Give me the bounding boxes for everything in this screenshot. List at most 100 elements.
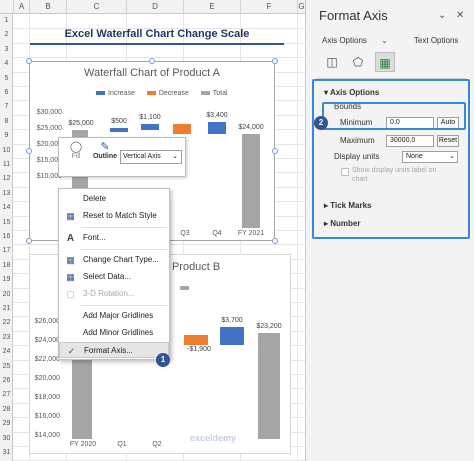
x-tick-label: Q4 <box>212 230 222 237</box>
column-header[interactable]: C <box>66 0 126 14</box>
row-header[interactable]: 10 <box>0 144 13 158</box>
y-tick-label: $24,000 <box>34 337 60 344</box>
format-axis-icon: ✓ <box>67 346 76 356</box>
fill-button[interactable]: ◯ Fill <box>63 140 89 160</box>
y-tick-label: $18,000 <box>34 394 60 401</box>
y-tick-label: $25,000 <box>36 125 62 132</box>
row-header[interactable]: 21 <box>0 302 13 316</box>
y-tick-label: $14,000 <box>34 432 60 439</box>
row-header[interactable]: 20 <box>0 288 13 302</box>
column-header[interactable]: F <box>240 0 297 14</box>
menu-reset-style[interactable]: ▦ Reset to Match Style <box>59 208 169 224</box>
sheet-title: Excel Waterfall Chart Change Scale <box>30 28 284 45</box>
row-header[interactable]: 19 <box>0 273 13 287</box>
tab-axis-options[interactable]: Axis Options ⌄ <box>322 36 400 45</box>
row-header[interactable]: 7 <box>0 100 13 114</box>
bar-increase[interactable] <box>141 124 159 130</box>
menu-delete[interactable]: Delete <box>59 191 169 207</box>
data-label: -$1,900 <box>187 346 211 353</box>
column-header[interactable]: G <box>297 0 305 14</box>
row-header[interactable]: 17 <box>0 244 13 258</box>
menu-add-major-gridlines[interactable]: Add Major Gridlines <box>59 308 169 324</box>
row-header[interactable]: 15 <box>0 216 13 230</box>
column-header[interactable]: A <box>13 0 29 14</box>
x-tick-label: Q3 <box>180 230 190 237</box>
menu-change-chart-type[interactable]: ▦ Change Chart Type... <box>59 252 169 268</box>
menu-format-axis[interactable]: ✓ Format Axis... <box>59 342 169 358</box>
row-header[interactable]: 28 <box>0 403 13 417</box>
highlight-minimum-field <box>322 102 466 130</box>
row-header[interactable]: 9 <box>0 129 13 143</box>
row-header[interactable]: 18 <box>0 259 13 273</box>
row-header[interactable]: 27 <box>0 388 13 402</box>
column-header[interactable]: E <box>183 0 240 14</box>
menu-select-data[interactable]: ▦ Select Data... <box>59 269 169 285</box>
row-header[interactable]: 22 <box>0 316 13 330</box>
column-header[interactable]: D <box>126 0 183 14</box>
bar-total-end[interactable] <box>258 333 280 439</box>
resize-handle[interactable] <box>26 238 32 244</box>
pane-header: Format Axis ⌄ ✕ <box>306 0 474 28</box>
row-header[interactable]: 14 <box>0 201 13 215</box>
data-label: $23,200 <box>256 323 282 330</box>
resize-handle[interactable] <box>149 58 155 64</box>
x-tick-label: FY 2021 <box>237 230 265 237</box>
spreadsheet[interactable]: ABCDEFG 1 2 3 4 5 6 7 8 9 10 11 12 13 14 15 16 17 18 19 20 2… <box>0 0 305 461</box>
menu-add-minor-gridlines[interactable]: Add Minor Gridlines <box>59 325 169 341</box>
bar-decrease[interactable] <box>184 335 208 345</box>
row-header[interactable]: 1 <box>0 14 13 28</box>
resize-handle[interactable] <box>272 148 278 154</box>
column-header[interactable]: B <box>29 0 66 14</box>
row-header[interactable]: 25 <box>0 360 13 374</box>
chart-element-selector[interactable]: Vertical Axis ⌄ <box>120 150 182 164</box>
outline-button[interactable]: ✎ Outline <box>89 140 121 160</box>
row-header[interactable]: 29 <box>0 417 13 431</box>
menu-3d-rotation: ▢ 3-D Rotation... <box>66 289 135 299</box>
y-tick-label: $26,000 <box>34 318 60 325</box>
row-header[interactable]: 13 <box>0 187 13 201</box>
x-tick-label: FY 2020 <box>69 441 97 448</box>
bar-increase[interactable] <box>208 122 226 134</box>
row-header[interactable]: 6 <box>0 86 13 100</box>
row-header[interactable]: 24 <box>0 345 13 359</box>
row-header[interactable]: 4 <box>0 57 13 71</box>
reset-style-icon: ▦ <box>66 211 75 221</box>
close-icon[interactable]: ✕ <box>456 10 464 21</box>
mini-format-toolbar[interactable]: ◯ Fill ✎ Outline Vertical Axis ⌄ <box>58 137 186 177</box>
pane-tabs[interactable]: Axis Options ⌄ Text Options <box>322 36 470 45</box>
resize-handle[interactable] <box>272 58 278 64</box>
data-label: $25,000 <box>68 120 94 127</box>
row-header[interactable]: 16 <box>0 230 13 244</box>
bar-decrease[interactable] <box>173 124 191 134</box>
row-header[interactable]: 11 <box>0 158 13 172</box>
data-label: $3,700 <box>221 317 243 324</box>
context-menu[interactable]: Delete ▦ Reset to Match Style A Font... ▦ C… <box>58 188 170 360</box>
chevron-down-icon[interactable]: ⌄ <box>438 10 446 21</box>
row-header[interactable]: 3 <box>0 43 13 57</box>
resize-handle[interactable] <box>26 58 32 64</box>
resize-handle[interactable] <box>26 148 32 154</box>
paint-bucket-icon: ◯ <box>69 141 83 153</box>
pane-title: Format Axis <box>319 8 388 23</box>
row-header[interactable]: 26 <box>0 374 13 388</box>
resize-handle[interactable] <box>272 238 278 244</box>
row-header[interactable]: 23 <box>0 331 13 345</box>
y-tick-label: $22,000 <box>34 356 60 363</box>
delete-icon <box>65 194 76 205</box>
row-header[interactable]: 30 <box>0 432 13 446</box>
step-badge-1: 1 <box>156 353 170 367</box>
bar-increase[interactable] <box>220 327 244 345</box>
row-header[interactable]: 12 <box>0 172 13 186</box>
tab-text-options[interactable]: Text Options <box>414 36 458 45</box>
row-header[interactable]: 31 <box>0 446 13 460</box>
row-header[interactable]: 5 <box>0 72 13 86</box>
fill-line-icon[interactable]: ◫ <box>322 52 342 72</box>
menu-font[interactable]: A Font... <box>59 230 169 246</box>
row-header[interactable]: 8 <box>0 115 13 129</box>
effects-icon[interactable]: ⬠ <box>348 52 368 72</box>
axis-options-icon[interactable]: ▦ <box>375 52 395 72</box>
bar-increase[interactable] <box>110 128 128 132</box>
chart-legend: Increase Decrease Total <box>96 90 238 97</box>
bar-total-end[interactable] <box>242 134 260 228</box>
row-header[interactable]: 2 <box>0 28 13 42</box>
